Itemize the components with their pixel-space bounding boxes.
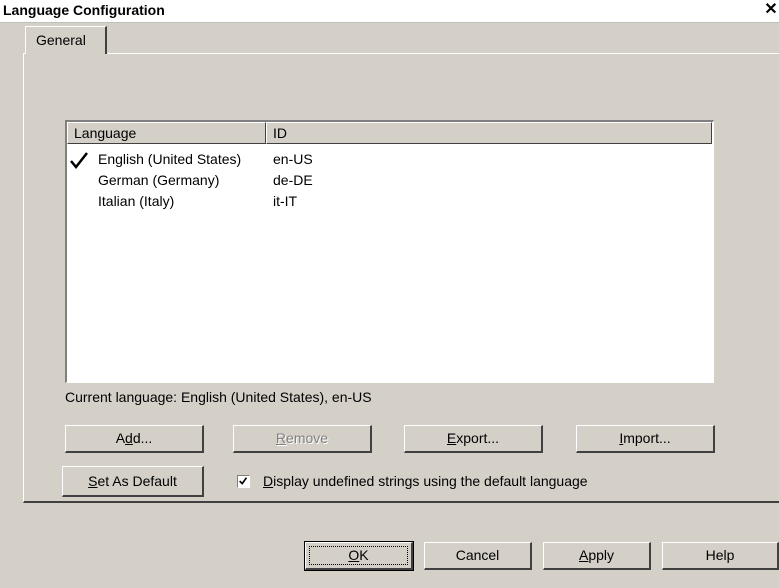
title-bar: Language Configuration ✕: [0, 0, 779, 23]
close-icon[interactable]: ✕: [763, 2, 779, 18]
list-header: Language ID: [67, 122, 713, 144]
checkmark-icon: [70, 152, 88, 169]
language-name: English (United States): [98, 151, 242, 167]
checkbox-check-icon: [239, 477, 248, 485]
apply-button[interactable]: Apply: [543, 542, 651, 570]
cancel-button[interactable]: Cancel: [424, 542, 532, 570]
list-item[interactable]: English (United States) en-US: [67, 151, 467, 171]
display-undefined-checkbox[interactable]: [237, 475, 250, 488]
language-id: en-US: [273, 151, 313, 167]
language-id: de-DE: [273, 172, 313, 188]
column-header-language[interactable]: Language: [67, 122, 266, 144]
import-button[interactable]: Import...: [576, 425, 715, 453]
set-as-default-button[interactable]: Set As Default: [62, 466, 204, 497]
display-undefined-label[interactable]: Display undefined strings using the defa…: [263, 473, 588, 489]
window-title: Language Configuration: [3, 2, 165, 18]
tab-general-label: General: [36, 32, 86, 48]
ok-button[interactable]: OK: [304, 541, 414, 571]
language-name: Italian (Italy): [98, 193, 175, 209]
column-header-id[interactable]: ID: [266, 122, 712, 144]
current-language-text: Current language: English (United States…: [65, 389, 372, 405]
remove-button[interactable]: Remove: [233, 425, 372, 453]
tab-general[interactable]: General: [25, 26, 107, 54]
list-item[interactable]: Italian (Italy) it-IT: [67, 193, 467, 213]
language-name: German (Germany): [98, 172, 220, 188]
language-list[interactable]: Language ID English (United States) en-U…: [65, 120, 714, 383]
export-button[interactable]: Export...: [404, 425, 543, 453]
focus-rect: [309, 546, 408, 565]
list-item[interactable]: German (Germany) de-DE: [67, 172, 467, 192]
help-button[interactable]: Help: [662, 542, 779, 570]
language-id: it-IT: [273, 193, 298, 209]
add-button[interactable]: Add...: [65, 425, 204, 453]
